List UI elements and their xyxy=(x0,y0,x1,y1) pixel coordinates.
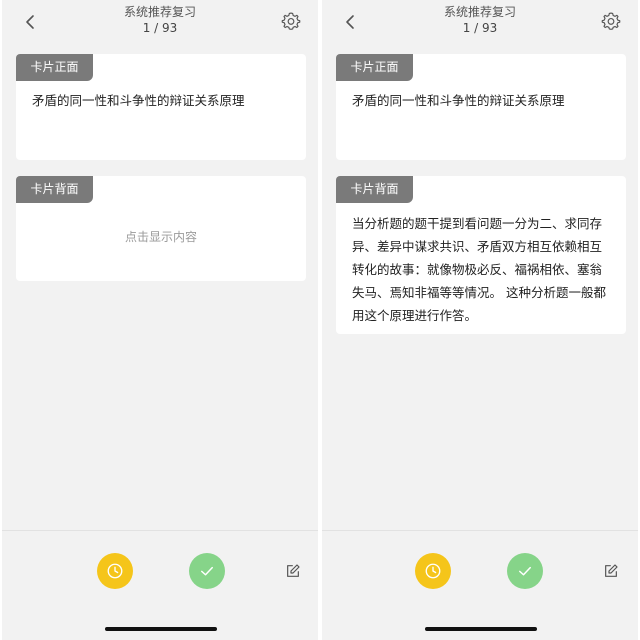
settings-button[interactable] xyxy=(598,8,624,34)
card-back-line: 当分析题的题干提到看问题一分为二、求同存 xyxy=(352,216,603,231)
mark-known-button[interactable] xyxy=(189,553,225,589)
card-back-line: 转化的故事：就像物极必反、福祸相依、塞翁 xyxy=(352,262,603,277)
review-later-button[interactable] xyxy=(97,553,133,589)
check-icon xyxy=(519,566,531,576)
check-icon xyxy=(201,566,213,576)
card-back-line: 异、差异中谋求共识、矛盾双方相互依赖相互 xyxy=(352,239,603,254)
home-indicator xyxy=(105,627,217,631)
clock-icon xyxy=(425,563,441,579)
card-back-line: 失马、焉知非福等等情况。 这种分析题一般都 xyxy=(352,285,606,300)
edit-button[interactable] xyxy=(283,561,303,581)
mark-known-button[interactable] xyxy=(507,553,543,589)
reveal-content-button[interactable]: 点击显示内容 xyxy=(16,228,306,245)
bottom-action-bar xyxy=(2,530,318,640)
card-back-line: 用这个原理进行作答。 xyxy=(352,308,478,323)
screen-after-reveal: 系统推荐复习 1 / 93 卡片正面 矛盾的同一性和斗争性的辩证关系原理 卡片背… xyxy=(322,0,638,640)
edit-icon xyxy=(605,564,618,577)
header: 系统推荐复习 1 / 93 xyxy=(2,0,318,44)
home-indicator xyxy=(425,627,537,631)
card-front-text: 矛盾的同一性和斗争性的辩证关系原理 xyxy=(32,93,245,108)
card-front: 卡片正面 矛盾的同一性和斗争性的辩证关系原理 xyxy=(16,54,306,160)
comparison-stage: 系统推荐复习 1 / 93 卡片正面 矛盾的同一性和斗争性的辩证关系原理 卡片背… xyxy=(0,0,640,640)
screen-before-reveal: 系统推荐复习 1 / 93 卡片正面 矛盾的同一性和斗争性的辩证关系原理 卡片背… xyxy=(2,0,318,640)
card-back-tag: 卡片背面 xyxy=(336,176,413,203)
card-front-tag: 卡片正面 xyxy=(336,54,413,81)
clock-icon xyxy=(107,563,123,579)
card-front-tag: 卡片正面 xyxy=(16,54,93,81)
card-counter: 1 / 93 xyxy=(462,21,498,35)
edit-button[interactable] xyxy=(601,561,621,581)
settings-button[interactable] xyxy=(278,8,304,34)
page-title: 系统推荐复习 xyxy=(123,5,196,19)
card-back: 卡片背面 当分析题的题干提到看问题一分为二、求同存 异、差异中谋求共识、矛盾双方… xyxy=(336,176,626,334)
gear-icon xyxy=(281,12,301,30)
card-counter: 1 / 93 xyxy=(142,21,178,35)
card-front: 卡片正面 矛盾的同一性和斗争性的辩证关系原理 xyxy=(336,54,626,160)
gear-icon xyxy=(601,12,621,30)
bottom-action-bar xyxy=(322,530,638,640)
card-front-text: 矛盾的同一性和斗争性的辩证关系原理 xyxy=(352,93,565,108)
page-title: 系统推荐复习 xyxy=(443,5,516,19)
card-back[interactable]: 卡片背面 点击显示内容 xyxy=(16,176,306,281)
card-back-tag: 卡片背面 xyxy=(16,176,93,203)
review-later-button[interactable] xyxy=(415,553,451,589)
edit-icon xyxy=(287,564,300,577)
header: 系统推荐复习 1 / 93 xyxy=(322,0,638,44)
card-back-text: 当分析题的题干提到看问题一分为二、求同存 异、差异中谋求共识、矛盾双方相互依赖相… xyxy=(352,212,610,327)
